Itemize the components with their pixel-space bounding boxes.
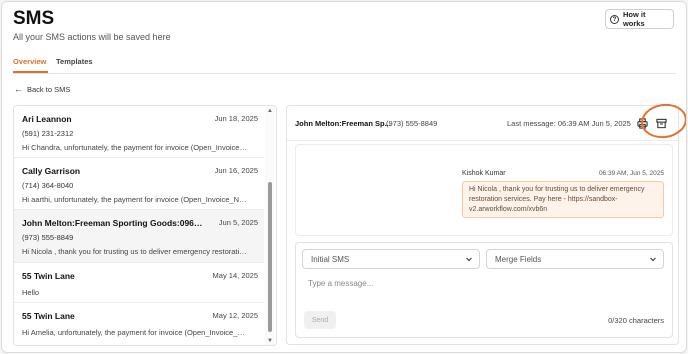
page-subtitle: All your SMS actions will be saved here: [13, 32, 171, 42]
conversation-date: May 14, 2025: [212, 271, 258, 280]
sms-page: SMS All your SMS actions will be saved h…: [1, 1, 687, 353]
chevron-down-icon[interactable]: ▼: [267, 338, 273, 344]
conversation-date: Jun 16, 2025: [214, 166, 258, 175]
help-circle-icon: ?: [610, 14, 619, 24]
conversation-preview: Hi Amelia, unfortunately, the payment fo…: [22, 328, 248, 337]
template-select-value: Initial SMS: [311, 254, 350, 264]
chat-contact-name: John Melton:Freeman Sp...: [295, 119, 391, 128]
arrow-left-icon: ←: [14, 84, 23, 94]
tab-divider: [13, 73, 676, 74]
list-scrollbar[interactable]: ▲ ▼: [265, 106, 275, 345]
conversation-name: 55 Twin Lane: [22, 311, 75, 321]
conversation-item[interactable]: 55 Twin Lane May 14, 2025 Hello: [14, 263, 264, 303]
scrollbar-thumb[interactable]: [268, 182, 272, 332]
send-label: Send: [311, 316, 329, 324]
conversation-item[interactable]: 55 Twin Lane May 12, 2025 Hi Amelia, unf…: [14, 303, 264, 345]
conversation-item[interactable]: Cally Garrison Jun 16, 2025 (714) 364-80…: [14, 158, 264, 210]
chat-panel: John Melton:Freeman Sp... (973) 555-8849…: [286, 100, 686, 345]
conversation-preview: Hi Chandra, unfortunately, the payment f…: [22, 143, 248, 152]
merge-fields-select[interactable]: Merge Fields: [486, 249, 664, 269]
page-title: SMS: [13, 8, 55, 29]
message-bubble: Hi Nicola , thank you for trusting us to…: [462, 181, 664, 218]
send-button[interactable]: Send: [304, 311, 336, 329]
conversation-name: Cally Garrison: [22, 166, 81, 176]
conversation-date: Jun 18, 2025: [214, 114, 258, 123]
conversation-date: Jun 5, 2025: [218, 218, 258, 227]
conversation-preview: Hi aarthi, unfortunately, the payment fo…: [22, 195, 248, 204]
how-it-works-button[interactable]: ? How it works: [605, 9, 674, 29]
template-select[interactable]: Initial SMS: [302, 249, 480, 269]
merge-fields-value: Merge Fields: [495, 254, 542, 264]
highlight-annotation: [638, 100, 686, 142]
conversation-name: John Melton:Freeman Sporting Goods:0969 …: [22, 218, 207, 228]
conversation-preview: Hi Nicola , thank you for trusting us to…: [22, 247, 248, 256]
conversation-phone: (591) 231-2312: [22, 129, 74, 138]
tab-overview[interactable]: Overview: [13, 57, 46, 66]
message-sender: Kishok Kumar: [462, 170, 506, 177]
chat-header: John Melton:Freeman Sp... (973) 555-8849…: [287, 100, 686, 142]
chat-contact-phone: (973) 555-8849: [386, 119, 438, 128]
message-input[interactable]: Type a message...: [308, 279, 373, 288]
back-label: Back to SMS: [27, 84, 71, 94]
conversation-preview: Hello: [22, 288, 40, 297]
chevron-down-icon: [466, 257, 472, 262]
chevron-up-icon[interactable]: ▲: [267, 108, 273, 114]
message-time: 06:39 AM, Jun 5, 2025: [598, 170, 664, 177]
chevron-down-icon: [650, 257, 656, 262]
conversation-phone: (973) 555-8849: [22, 233, 74, 242]
compose-box: Initial SMS Merge Fields Type a message.…: [295, 242, 673, 338]
message-thread: Kishok Kumar 06:39 AM, Jun 5, 2025 Hi Ni…: [295, 144, 673, 236]
conversation-item-selected[interactable]: John Melton:Freeman Sporting Goods:0969 …: [14, 210, 264, 263]
conversation-item[interactable]: Ari Leannon Jun 18, 2025 (591) 231-2312 …: [14, 106, 264, 158]
back-to-sms-link[interactable]: ← Back to SMS: [14, 84, 70, 94]
conversation-list: Ari Leannon Jun 18, 2025 (591) 231-2312 …: [13, 105, 277, 346]
how-it-works-label: How it works: [622, 10, 646, 28]
tab-templates[interactable]: Templates: [56, 57, 93, 66]
conversation-name: 55 Twin Lane: [22, 271, 75, 281]
character-count: 0/320 characters: [608, 316, 664, 325]
conversation-phone: (714) 364-8040: [22, 181, 74, 190]
last-message-time: Last message: 06:39 AM Jun 5, 2025: [507, 119, 631, 128]
conversation-date: May 12, 2025: [212, 311, 258, 320]
conversation-name: Ari Leannon: [22, 114, 72, 124]
